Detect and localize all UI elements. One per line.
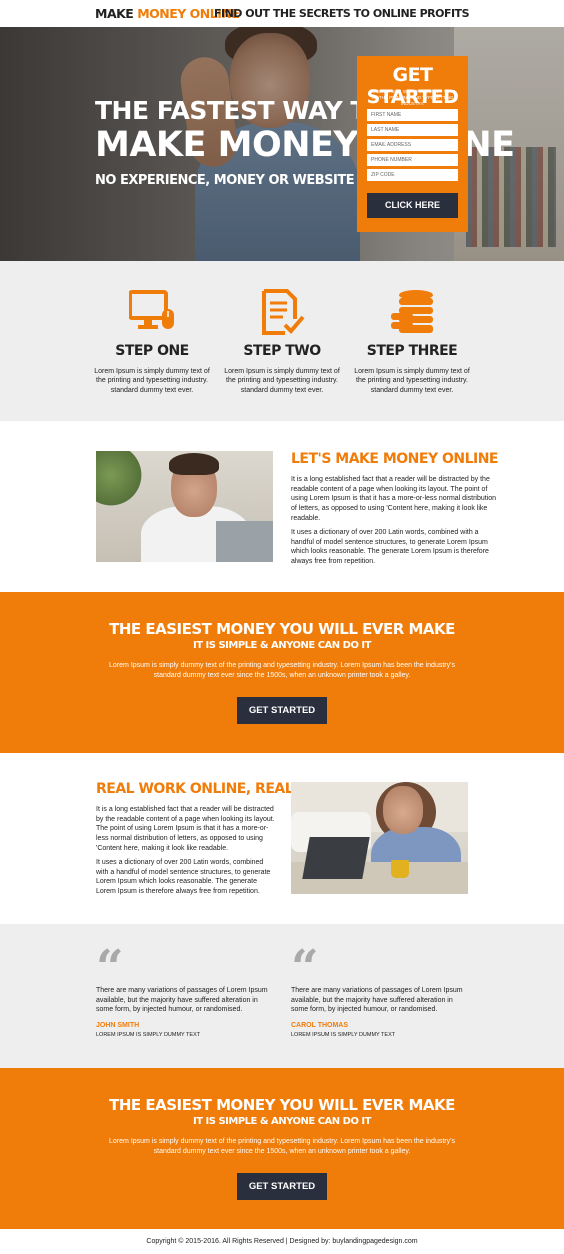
feature2-para1: It is a long established fact that a rea… [96,806,275,852]
email-field[interactable] [367,139,458,151]
band1-title: THE EASIEST MONEY YOU WILL EVER MAKE [109,620,455,638]
site-header: MAKE MONEY ONLINE FIND OUT THE SECRETS T… [0,0,564,27]
testimonial-1-name: JOHN SMITH [96,1022,140,1029]
get-started-button-1[interactable]: GET STARTED [237,697,327,724]
logo-text-make: MAKE [95,6,138,21]
cta-band-1: THE EASIEST MONEY YOU WILL EVER MAKE IT … [0,592,564,753]
phone-field[interactable] [367,154,458,166]
band2-text: Lorem Ipsum is simply dummy text of the … [109,1138,455,1155]
feature1-title: LET'S MAKE MONEY ONLINE [291,451,498,467]
step-two-title: STEP TWO [243,343,321,359]
testimonial-1-quote: There are many variations of passages of… [96,987,268,1014]
feature1-para2: It uses a dictionary of over 200 Latin w… [291,529,489,565]
first-name-field[interactable] [367,109,458,121]
feature2-photo-woman [291,782,468,894]
cta-band-2: THE EASIEST MONEY YOU WILL EVER MAKE IT … [0,1068,564,1229]
feature-section-2: REAL WORK ONLINE, REAL MONEY It is a lon… [0,753,564,924]
last-name-field[interactable] [367,124,458,136]
feature1-para1: It is a long established fact that a rea… [291,476,497,522]
hero-title-line1: THE FASTEST WAY TO [95,96,388,125]
testimonial-2-role: LOREM IPSUM IS SIMPLY DUMMY TEXT [291,1032,396,1038]
step-one-title: STEP ONE [115,343,189,359]
band2-subtitle: IT IS SIMPLE & ANYONE CAN DO IT [193,1116,371,1127]
signup-form: GET STARTED LOREM IPSUM IS SIMPLY DUMMY … [357,56,468,232]
photo-mug [391,860,409,878]
feature2-para2: It uses a dictionary of over 200 Latin w… [96,859,271,895]
photo-plant [96,451,146,511]
photo-face [383,786,423,834]
steps-section: STEP ONE Lorem Ipsum is simply dummy tex… [0,261,564,421]
quote-icon: “ [96,940,124,996]
form-subtitle: LOREM IPSUM IS SIMPLY DUMMY TEXT OF THE … [369,89,456,106]
testimonials-section: “ There are many variations of passages … [0,924,564,1068]
testimonial-2-quote: There are many variations of passages of… [291,987,463,1014]
testimonial-1-role: LOREM IPSUM IS SIMPLY DUMMY TEXT [96,1032,201,1038]
testimonial-2-name: CAROL THOMAS [291,1022,349,1029]
get-started-button-2[interactable]: GET STARTED [237,1173,327,1200]
band2-title: THE EASIEST MONEY YOU WILL EVER MAKE [109,1096,455,1114]
site-footer: Copyright © 2015-2016. All Rights Reserv… [0,1229,564,1254]
photo-laptop [216,521,273,562]
feature-section-1: LET'S MAKE MONEY ONLINE It is a long est… [0,421,564,592]
step-three-title: STEP THREE [366,343,458,359]
step-one-text: Lorem Ipsum is simply dummy text of the … [94,368,210,394]
band1-text: Lorem Ipsum is simply dummy text of the … [109,662,455,679]
quote-icon: “ [291,940,319,996]
zip-code-field[interactable] [367,169,458,181]
coins-stack-icon [391,290,433,333]
step-two-text: Lorem Ipsum is simply dummy text of the … [224,368,340,394]
photo-laptop [302,837,370,879]
header-tagline: FIND OUT THE SECRETS TO ONLINE PROFITS [213,7,470,20]
document-check-icon [262,289,305,335]
monitor-mouse-icon [129,290,174,329]
hero-section: THE FASTEST WAY TO MAKE MONEY ONLINE NO … [0,27,564,261]
step-three-text: Lorem Ipsum is simply dummy text of the … [354,368,470,394]
feature1-photo-young-man [96,451,273,562]
photo-hair [169,453,219,475]
click-here-button[interactable]: CLICK HERE [367,193,458,218]
band1-subtitle: IT IS SIMPLE & ANYONE CAN DO IT [193,640,371,651]
